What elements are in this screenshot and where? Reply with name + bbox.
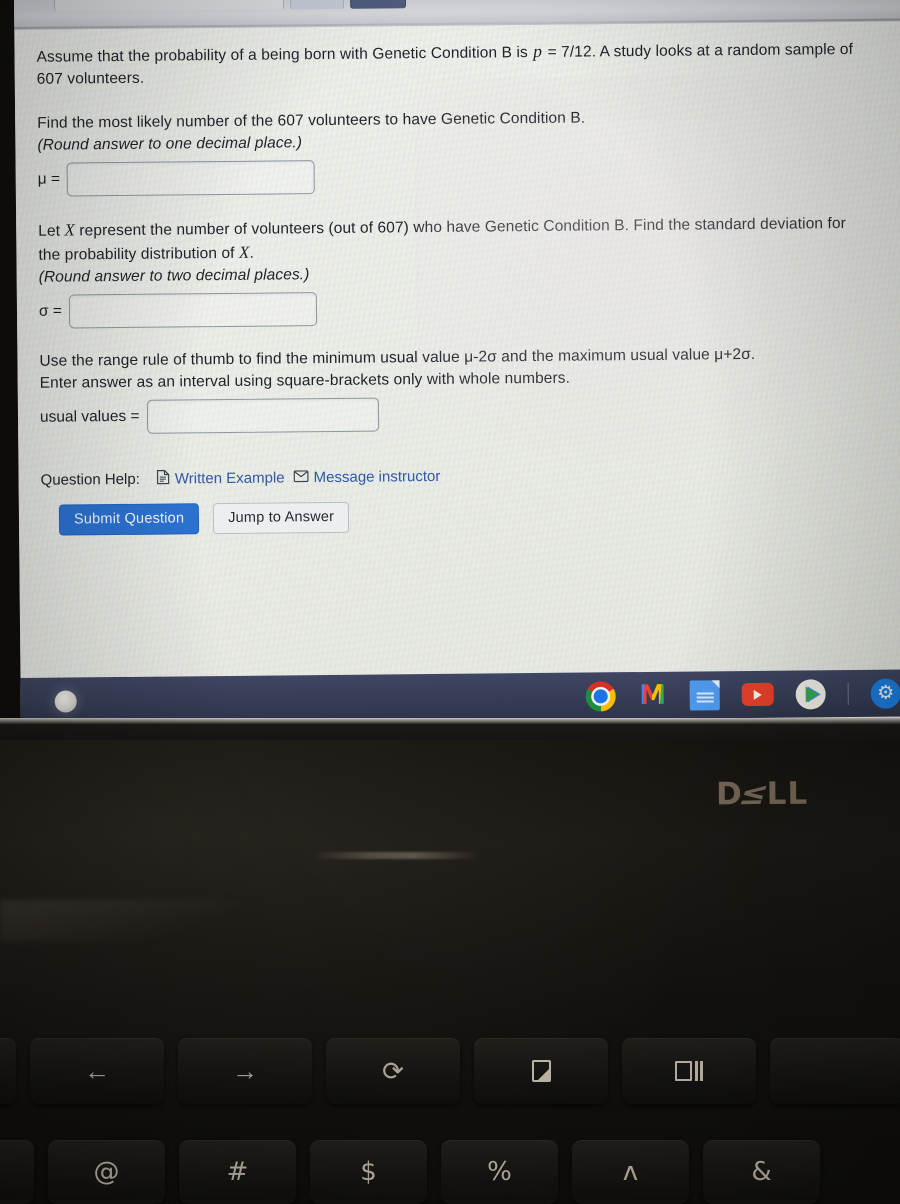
submit-question-button[interactable]: Submit Question: [58, 503, 200, 536]
usual-values-label: usual values =: [39, 408, 140, 427]
random-variable-x: X: [64, 220, 76, 240]
forward-arrow-icon: →: [232, 1056, 258, 1086]
sigma-input[interactable]: [68, 292, 318, 329]
overview-windows-icon: [675, 1061, 703, 1081]
part3-field-row: usual values =: [40, 393, 880, 435]
launcher-circle-icon[interactable]: [54, 689, 77, 713]
key-caret[interactable]: ʌ: [572, 1140, 689, 1204]
shelf-icon-list: M ⚙: [585, 678, 900, 712]
part2-field-row: σ =: [39, 287, 879, 329]
mu-label: μ =: [37, 170, 61, 188]
browser-tab-inactive[interactable]: [289, 0, 345, 10]
keyboard-number-row: ! @ # $ % ʌ &: [0, 1140, 900, 1204]
key-forward[interactable]: →: [178, 1038, 312, 1104]
speaker-grille: [0, 900, 250, 942]
question-help-label: Question Help:: [40, 470, 140, 489]
document-icon: [157, 470, 170, 488]
chrome-icon[interactable]: [585, 680, 616, 712]
part2-prompt: Let X represent the number of volunteers…: [38, 211, 858, 267]
browser-tab-inactive-wide[interactable]: [53, 0, 285, 12]
sigma-label: σ =: [38, 302, 63, 321]
browser-tab-active[interactable]: [349, 0, 407, 9]
laptop-screen: Assume that the probability of a being b…: [14, 0, 900, 733]
settings-icon[interactable]: ⚙: [870, 678, 900, 709]
back-arrow-icon: ←: [84, 1056, 110, 1086]
question-part-1: Find the most likely number of the 607 v…: [37, 105, 878, 197]
key-edge-left[interactable]: [0, 1038, 16, 1104]
laptop-hinge: [312, 852, 480, 859]
part2-text-a: Let: [38, 222, 65, 240]
play-store-icon[interactable]: [795, 678, 826, 710]
usual-values-input[interactable]: [146, 397, 379, 434]
key-at[interactable]: @: [48, 1140, 165, 1204]
message-instructor-link[interactable]: Message instructor: [293, 467, 441, 486]
chromeos-shelf[interactable]: M ⚙: [20, 669, 900, 725]
intro-text-part1: Assume that the probability of a being b…: [36, 44, 533, 66]
probability-value: = 7/12.: [543, 43, 597, 61]
key-brightness[interactable]: [770, 1038, 900, 1104]
probability-symbol: p: [533, 40, 543, 62]
part2-text-c: .: [249, 244, 254, 262]
question-intro: Assume that the probability of a being b…: [36, 36, 856, 91]
part1-field-row: μ =: [38, 155, 878, 197]
key-fullscreen[interactable]: [474, 1038, 608, 1104]
mu-input[interactable]: [66, 160, 316, 197]
envelope-icon: [293, 470, 309, 485]
dollar-glyph: $: [360, 1157, 377, 1187]
laptop-photo: Assume that the probability of a being b…: [0, 0, 900, 1204]
question-help-row: Question Help: Written Example Message i…: [41, 463, 881, 489]
question-page: Assume that the probability of a being b…: [14, 21, 900, 678]
key-back[interactable]: ←: [30, 1038, 164, 1104]
key-hash[interactable]: #: [179, 1140, 296, 1204]
question-action-buttons: Submit Question Jump to Answer: [58, 497, 881, 536]
question-part-3: Use the range rule of thumb to find the …: [39, 343, 880, 435]
ampersand-glyph: &: [751, 1157, 772, 1187]
browser-tabstrip[interactable]: [53, 0, 407, 12]
shelf-divider: [847, 682, 849, 705]
written-example-label: Written Example: [174, 469, 285, 488]
question-part-2: Let X represent the number of volunteers…: [38, 211, 879, 329]
key-percent[interactable]: %: [441, 1140, 558, 1204]
random-variable-x-2: X: [238, 242, 250, 262]
dell-brand-logo: D ≤ LL: [716, 776, 808, 813]
question-content: Assume that the probability of a being b…: [36, 36, 881, 536]
key-overview[interactable]: [622, 1038, 756, 1104]
gmail-icon[interactable]: M: [638, 680, 668, 711]
dell-logo-ll: LL: [766, 775, 809, 812]
youtube-icon[interactable]: [741, 682, 774, 707]
part2-text-b: represent the number of volunteers (out …: [38, 215, 846, 264]
keyboard-function-row: ← → ⟳: [0, 1038, 900, 1104]
key-reload[interactable]: ⟳: [326, 1038, 460, 1104]
percent-glyph: %: [487, 1157, 512, 1187]
reload-icon: ⟳: [382, 1056, 404, 1086]
jump-to-answer-button[interactable]: Jump to Answer: [213, 502, 350, 535]
google-docs-icon[interactable]: [689, 679, 720, 711]
message-instructor-label: Message instructor: [313, 467, 441, 486]
at-glyph: @: [93, 1157, 120, 1187]
written-example-link[interactable]: Written Example: [157, 469, 285, 488]
hash-glyph: #: [226, 1157, 249, 1187]
fullscreen-icon: [531, 1060, 551, 1082]
key-dollar[interactable]: $: [310, 1140, 427, 1204]
key-edge-left-num[interactable]: !: [0, 1140, 34, 1204]
caret-glyph: ʌ: [622, 1157, 639, 1187]
key-ampersand[interactable]: &: [703, 1140, 820, 1204]
